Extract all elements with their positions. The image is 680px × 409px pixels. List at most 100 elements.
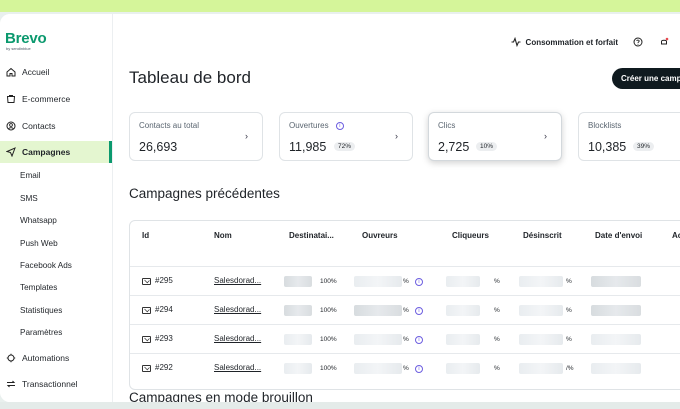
info-icon[interactable]: i — [335, 121, 344, 130]
redacted-value — [284, 276, 312, 287]
sidebar-item-label: E-commerce — [22, 94, 71, 104]
sidebar-subitem-statistiques[interactable]: Statistiques — [20, 306, 62, 315]
campaign-name-link[interactable]: Salesdorad... — [214, 276, 261, 285]
campaigns-table: Id Nom Destinatai... Ouvreurs Cliqueurs … — [129, 220, 680, 390]
redacted-value — [354, 334, 402, 345]
send-icon — [5, 147, 16, 158]
redacted-value — [446, 276, 480, 287]
sidebar-subitem-sms[interactable]: SMS — [20, 194, 38, 203]
redacted-value — [354, 363, 402, 374]
campaign-id: #292 — [155, 363, 173, 372]
create-campaign-button[interactable]: Créer une campagne — [612, 68, 680, 89]
redacted-value — [354, 305, 402, 316]
email-icon — [142, 365, 151, 372]
column-header-actions[interactable]: Ac — [672, 231, 680, 240]
contacts-icon — [5, 121, 16, 132]
info-icon[interactable]: i — [415, 336, 423, 344]
campaign-name-link[interactable]: Salesdorad... — [214, 305, 261, 314]
info-icon[interactable]: i — [415, 365, 423, 373]
openers-percent: % — [403, 336, 409, 343]
column-header-date-envoi[interactable]: Date d'envoi — [595, 231, 642, 240]
sidebar-subitem-whatsapp[interactable]: Whatsapp — [20, 216, 57, 225]
sidebar-item-label: Accueil — [22, 67, 50, 77]
sidebar-item-contacts[interactable]: Contacts — [0, 115, 112, 137]
redacted-date — [591, 305, 641, 316]
redacted-date — [591, 276, 641, 287]
campaign-id: #293 — [155, 334, 173, 343]
recipients-percent: 100% — [320, 365, 337, 372]
redacted-date — [591, 334, 641, 345]
activity-icon — [510, 36, 522, 48]
stat-card-ouvertures[interactable]: Ouvertures i 11,985 72% › — [279, 112, 413, 161]
sidebar-item-automations[interactable]: Automations — [0, 347, 112, 369]
sidebar-item-label: Campagnes — [22, 147, 71, 157]
column-header-ouvreurs[interactable]: Ouvreurs — [362, 231, 398, 240]
openers-percent: % — [403, 278, 409, 285]
table-row[interactable]: #293 Salesdorad... 100% % i % % — [130, 324, 680, 353]
notification-bell-icon[interactable] — [658, 36, 670, 48]
transactional-icon — [5, 379, 16, 390]
openers-percent: % — [403, 307, 409, 314]
redacted-value — [446, 334, 480, 345]
sidebar-item-campagnes[interactable]: Campagnes — [0, 141, 112, 163]
stat-badge: 39% — [633, 142, 655, 151]
stat-card-clics[interactable]: Clics 2,725 10% › — [428, 112, 562, 161]
column-header-nom[interactable]: Nom — [214, 231, 232, 240]
stat-label: Clics — [438, 121, 456, 130]
table-row[interactable]: #292 Salesdorad... 100% % i % /% — [130, 353, 680, 382]
redacted-value — [284, 305, 312, 316]
redacted-value — [284, 363, 312, 374]
sidebar-subitem-templates[interactable]: Templates — [20, 283, 57, 292]
cart-icon — [5, 94, 16, 105]
table-row[interactable]: #295 Salesdorad... 100% % i % % — [130, 266, 680, 295]
chevron-right-icon: › — [245, 131, 248, 141]
bottom-strip — [0, 402, 680, 409]
column-header-desinscrit[interactable]: Désinscrit — [523, 231, 562, 240]
stat-label-text: Ouvertures — [289, 121, 329, 130]
stat-card-blocklists[interactable]: Blocklists 10,385 39% — [578, 112, 680, 161]
page-title: Tableau de bord — [129, 68, 251, 87]
help-icon[interactable] — [632, 36, 644, 48]
sidebar-subitem-parametres[interactable]: Paramètres — [20, 328, 62, 337]
clickers-percent: % — [494, 278, 500, 285]
stat-value: 11,985 — [289, 140, 327, 154]
column-header-cliqueurs[interactable]: Cliqueurs — [452, 231, 489, 240]
sidebar-item-label: Transactionnel — [22, 379, 78, 389]
stat-label: Blocklists — [588, 121, 622, 130]
info-icon[interactable]: i — [415, 307, 423, 315]
sidebar-subitem-push-web[interactable]: Push Web — [20, 239, 58, 248]
stat-badge: 72% — [334, 142, 356, 151]
stat-label: Ouvertures i — [289, 121, 344, 130]
sidebar-subitem-facebook-ads[interactable]: Facebook Ads — [20, 261, 72, 270]
app-window: Brevo by sendinblue Accueil E-commerce C… — [0, 14, 680, 402]
redacted-value — [519, 305, 563, 316]
sidebar-item-ecommerce[interactable]: E-commerce — [0, 88, 112, 110]
clickers-percent: % — [494, 307, 500, 314]
column-header-id[interactable]: Id — [142, 231, 149, 240]
sidebar-item-transactionnel[interactable]: Transactionnel — [0, 373, 112, 395]
chevron-right-icon: › — [395, 131, 398, 141]
sidebar-subitem-email[interactable]: Email — [20, 171, 40, 180]
column-header-destinataires[interactable]: Destinatai... — [289, 231, 334, 240]
consumption-label: Consommation et forfait — [525, 37, 618, 47]
unsubscribed-percent: % — [566, 336, 572, 343]
consumption-link[interactable]: Consommation et forfait — [510, 36, 618, 48]
sidebar-item-label: Contacts — [22, 121, 56, 131]
unsubscribed-percent: % — [566, 278, 572, 285]
table-row[interactable]: #294 Salesdorad... 100% % i % % — [130, 295, 680, 324]
info-icon[interactable]: i — [415, 278, 423, 286]
brevo-logo[interactable]: Brevo by sendinblue — [5, 30, 47, 51]
campaign-name-link[interactable]: Salesdorad... — [214, 334, 261, 343]
section-title-previous-campaigns: Campagnes précédentes — [129, 186, 280, 201]
email-icon — [142, 336, 151, 343]
openers-percent: % — [403, 365, 409, 372]
unsubscribed-percent: /% — [566, 365, 574, 372]
redacted-value — [354, 276, 402, 287]
stat-card-contacts[interactable]: Contacts au total 26,693 › — [129, 112, 263, 161]
redacted-value — [519, 334, 563, 345]
redacted-value — [519, 363, 563, 374]
stat-value: 10,385 — [588, 140, 627, 154]
campaign-name-link[interactable]: Salesdorad... — [214, 363, 261, 372]
automation-icon — [5, 353, 16, 364]
sidebar-item-accueil[interactable]: Accueil — [0, 61, 112, 83]
